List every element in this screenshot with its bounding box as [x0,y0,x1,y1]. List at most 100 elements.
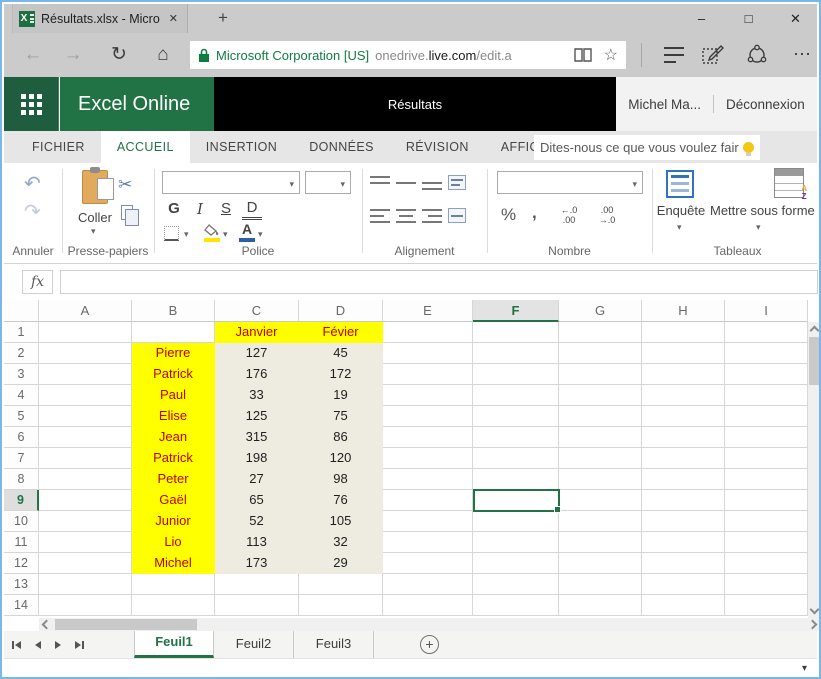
survey-button[interactable]: Enquête [652,203,710,218]
cell-B9[interactable]: Gaël [132,490,215,511]
cell-I3[interactable] [725,364,808,385]
column-header-B[interactable]: B [132,300,215,322]
sign-out-link[interactable]: Déconnexion [726,97,805,112]
cell-B1[interactable] [132,322,215,343]
row-header-1[interactable]: 1 [4,322,39,343]
cell-D12[interactable]: 29 [299,553,383,574]
cell-B7[interactable]: Patrick [132,448,215,469]
horizontal-scrollbar[interactable] [39,618,820,631]
font-size-dropdown-icon[interactable]: ▾ [340,179,345,190]
cell-C4[interactable]: 33 [215,385,299,406]
cell-H2[interactable] [642,343,725,364]
align-middle-icon[interactable] [396,176,416,190]
previous-sheet-icon[interactable] [35,641,41,649]
add-sheet-button[interactable]: + [420,635,439,654]
cell-B11[interactable]: Lio [132,532,215,553]
first-sheet-icon[interactable] [12,641,21,649]
cell-H10[interactable] [642,511,725,532]
maximize-button[interactable]: □ [726,4,771,33]
tab-accueil[interactable]: ACCUEIL [101,131,190,163]
column-header-A[interactable]: A [39,300,132,322]
cell-A12[interactable] [39,553,132,574]
cell-E3[interactable] [383,364,473,385]
cell-D10[interactable]: 105 [299,511,383,532]
cell-E6[interactable] [383,427,473,448]
cell-E2[interactable] [383,343,473,364]
cell-A13[interactable] [39,574,132,595]
cell-G6[interactable] [559,427,642,448]
row-header-11[interactable]: 11 [4,532,39,553]
cell-B6[interactable]: Jean [132,427,215,448]
cell-D4[interactable]: 19 [299,385,383,406]
cell-E1[interactable] [383,322,473,343]
align-center-icon[interactable] [396,209,416,223]
column-header-C[interactable]: C [215,300,299,322]
column-header-I[interactable]: I [725,300,808,322]
row-header-12[interactable]: 12 [4,553,39,574]
cell-C12[interactable]: 173 [215,553,299,574]
font-name-combo[interactable]: ▾ [162,171,300,194]
number-format-dropdown-icon[interactable]: ▾ [632,179,637,190]
formula-input[interactable] [60,270,818,294]
cell-C11[interactable]: 113 [215,532,299,553]
cell-E8[interactable] [383,469,473,490]
status-menu-icon[interactable]: ▾ [802,663,807,674]
cell-F12[interactable] [473,553,559,574]
column-header-H[interactable]: H [642,300,725,322]
cell-A4[interactable] [39,385,132,406]
cell-A14[interactable] [39,595,132,616]
fill-color-icon[interactable] [204,224,220,236]
percent-style-button[interactable]: % [501,205,516,225]
cell-F10[interactable] [473,511,559,532]
format-table-dropdown-icon[interactable]: ▾ [756,222,761,233]
cell-I5[interactable] [725,406,808,427]
vertical-scroll-thumb[interactable] [809,337,820,385]
fx-button[interactable]: fx [22,270,53,294]
cell-A1[interactable] [39,322,132,343]
cell-E13[interactable] [383,574,473,595]
cell-I6[interactable] [725,427,808,448]
cell-H1[interactable] [642,322,725,343]
close-button[interactable]: ✕ [773,4,818,33]
cell-I14[interactable] [725,595,808,616]
cell-C5[interactable]: 125 [215,406,299,427]
align-bottom-icon[interactable] [422,176,442,190]
cell-B8[interactable]: Peter [132,469,215,490]
cell-B13[interactable] [132,574,215,595]
last-sheet-icon[interactable] [75,641,84,649]
cell-G8[interactable] [559,469,642,490]
cell-D3[interactable]: 172 [299,364,383,385]
cell-H9[interactable] [642,490,725,511]
format-as-table-icon[interactable]: AZ [774,168,804,198]
cell-F2[interactable] [473,343,559,364]
cell-H4[interactable] [642,385,725,406]
forward-icon[interactable]: → [56,41,90,69]
cell-A2[interactable] [39,343,132,364]
font-color-dropdown-icon[interactable]: ▾ [258,229,263,240]
tell-me-box[interactable]: Dites-nous ce que vous voulez fair [534,135,760,160]
scroll-right-icon[interactable] [808,620,818,630]
cell-C10[interactable]: 52 [215,511,299,532]
more-actions-icon[interactable]: ⋯ [788,41,818,69]
cell-D14[interactable] [299,595,383,616]
cell-B4[interactable]: Paul [132,385,215,406]
borders-dropdown-icon[interactable]: ▾ [184,229,189,240]
cell-C2[interactable]: 127 [215,343,299,364]
row-header-5[interactable]: 5 [4,406,39,427]
horizontal-scroll-thumb[interactable] [55,619,197,630]
fill-dropdown-icon[interactable]: ▾ [223,229,228,240]
hub-icon[interactable] [656,45,692,65]
selected-cell-outline[interactable] [473,489,560,512]
cell-I4[interactable] [725,385,808,406]
security-badge[interactable]: Microsoft Corporation [US] [216,48,369,63]
cell-E4[interactable] [383,385,473,406]
scroll-down-icon[interactable] [810,605,820,615]
cell-G7[interactable] [559,448,642,469]
row-header-14[interactable]: 14 [4,595,39,616]
cell-G13[interactable] [559,574,642,595]
cell-C6[interactable]: 315 [215,427,299,448]
cell-E5[interactable] [383,406,473,427]
cell-C8[interactable]: 27 [215,469,299,490]
cell-G3[interactable] [559,364,642,385]
cell-C9[interactable]: 65 [215,490,299,511]
